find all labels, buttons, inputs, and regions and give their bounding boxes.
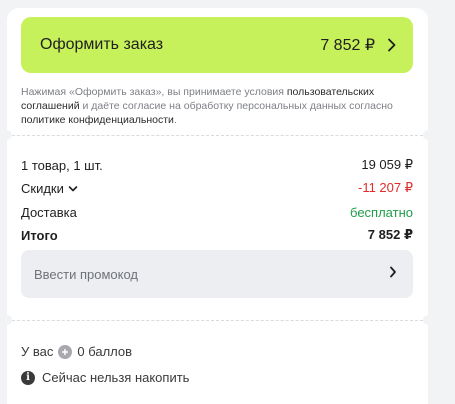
promo-code-button[interactable]: Ввести промокод [21,250,413,298]
promo-code-label: Ввести промокод [34,266,139,282]
items-row: 1 товар, 1 шт. 19 059 ₽ [21,156,413,174]
discount-label: Скидки [21,180,64,196]
checkout-button-label: Оформить заказ [40,36,164,53]
checkout-button-price: 7 852 ₽ [320,37,375,54]
legal-text: . [173,114,177,126]
bonus-hint: i Сейчас нельзя накопить [21,370,189,385]
divider-notch [423,130,428,140]
delivery-row: Доставка бесплатно [21,203,413,221]
bonus-prefix: У вас [21,344,54,359]
privacy-policy-link[interactable]: политике конфиденциальности [21,114,174,126]
items-label: 1 товар, 1 шт. [21,157,103,173]
divider-notch [423,315,428,325]
coin-icon [58,344,73,359]
discount-value: -11 207 ₽ [357,180,413,195]
delivery-label: Доставка [21,204,77,220]
chevron-right-icon [389,265,397,283]
discount-toggle[interactable]: Скидки [21,181,78,196]
divider [7,135,428,136]
divider-notch [7,315,12,325]
chevron-right-icon [387,37,399,53]
bonus-hint-text: Сейчас нельзя накопить [42,370,190,385]
bonus-points: 0 баллов [77,344,133,359]
legal-notice: Нажимая «Оформить заказ», вы принимаете … [21,85,419,127]
total-value: 7 852 ₽ [367,227,413,242]
divider-notch [7,130,12,140]
legal-text: Нажимая «Оформить заказ», вы принимаете … [21,86,287,98]
chevron-down-icon [68,181,78,196]
checkout-button[interactable]: Оформить заказ 7 852 ₽ [21,17,413,73]
info-icon[interactable]: i [21,370,35,385]
discount-row: Скидки -11 207 ₽ [21,179,413,197]
divider [7,320,428,321]
legal-text: и даёте согласие на обработку персональн… [79,100,393,112]
order-summary-card: Оформить заказ 7 852 ₽ Нажимая «Оформить… [7,8,428,404]
bonus-balance: У вас 0 баллов [21,344,132,359]
delivery-value: бесплатно [350,204,413,220]
total-row: Итого 7 852 ₽ [21,226,413,244]
total-label: Итого [21,227,58,243]
items-value: 19 059 ₽ [361,157,413,172]
